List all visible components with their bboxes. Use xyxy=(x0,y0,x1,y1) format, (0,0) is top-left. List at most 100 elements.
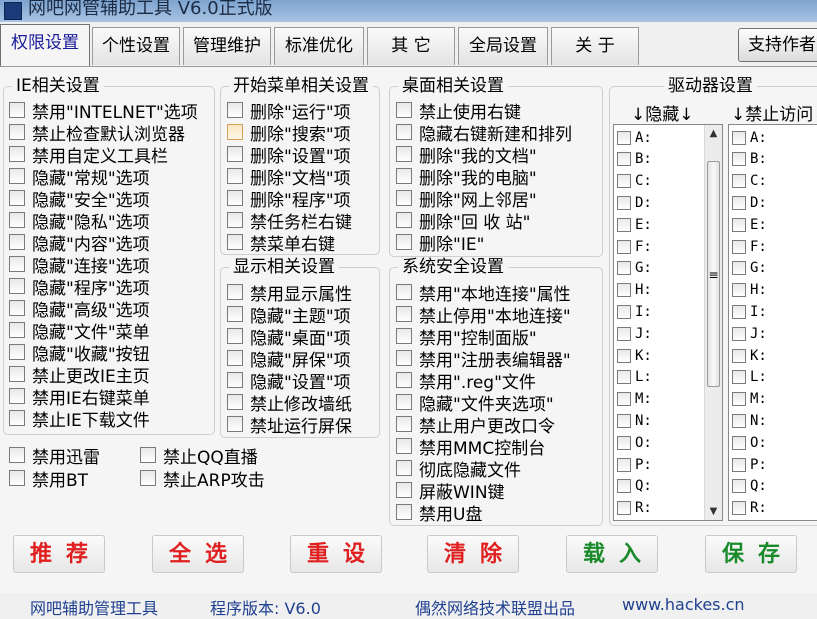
checkbox-item[interactable]: 禁用".reg"文件 xyxy=(396,369,536,393)
deny-drive-item[interactable]: O: xyxy=(732,432,767,453)
checkbox-item[interactable]: 彻底隐藏文件 xyxy=(396,457,521,481)
checkbox-item[interactable]: 屏蔽WIN键 xyxy=(396,479,505,503)
checkbox-item[interactable]: 禁用"注册表编辑器" xyxy=(396,347,571,371)
checkbox[interactable] xyxy=(617,239,631,254)
checkbox-item[interactable]: 禁用IE右键菜单 xyxy=(9,385,150,409)
checkbox[interactable] xyxy=(396,438,412,454)
checkbox[interactable] xyxy=(732,130,746,145)
checkbox[interactable] xyxy=(732,457,746,472)
select-all-button[interactable]: 全选 xyxy=(152,535,244,573)
checkbox[interactable] xyxy=(227,372,243,388)
checkbox[interactable] xyxy=(227,350,243,366)
scroll-down-arrow-icon[interactable]: ▼ xyxy=(705,503,722,520)
checkbox[interactable] xyxy=(9,410,25,426)
checkbox[interactable] xyxy=(732,195,746,210)
checkbox-item[interactable]: 隐藏"程序"选项 xyxy=(9,275,150,299)
checkbox[interactable] xyxy=(396,168,412,184)
checkbox-item[interactable]: 禁止修改墙纸 xyxy=(227,391,352,415)
tab-maintenance[interactable]: 管理维护 xyxy=(183,27,271,65)
checkbox[interactable] xyxy=(9,322,25,338)
checkbox[interactable] xyxy=(617,479,631,494)
checkbox[interactable] xyxy=(732,174,746,189)
checkbox[interactable] xyxy=(9,344,25,360)
checkbox-item[interactable]: 删除"回 收 站" xyxy=(396,209,530,233)
deny-drive-item[interactable]: D: xyxy=(732,192,767,213)
hide-drive-item[interactable]: H: xyxy=(617,280,652,301)
checkbox[interactable] xyxy=(9,212,25,228)
checkbox-item[interactable]: 隐藏"隐私"选项 xyxy=(9,209,150,233)
tab-permissions[interactable]: 权限设置 xyxy=(0,24,90,66)
checkbox[interactable] xyxy=(227,394,243,410)
deny-drive-item[interactable]: F: xyxy=(732,236,767,257)
checkbox[interactable] xyxy=(396,416,412,432)
scroll-thumb[interactable]: ≡ xyxy=(707,161,720,387)
hide-drive-item[interactable]: F: xyxy=(617,236,652,257)
checkbox[interactable] xyxy=(617,304,631,319)
support-author-button[interactable]: 支持作者 xyxy=(738,28,817,62)
checkbox[interactable] xyxy=(396,504,412,520)
checkbox[interactable] xyxy=(227,416,243,432)
deny-drive-item[interactable]: H: xyxy=(732,280,767,301)
checkbox[interactable] xyxy=(732,304,746,319)
checkbox[interactable] xyxy=(227,190,243,206)
checkbox-item[interactable]: 禁止ARP攻击 xyxy=(140,467,265,491)
deny-drive-item[interactable]: A: xyxy=(732,127,767,148)
checkbox-item[interactable]: 禁止停用"本地连接" xyxy=(396,303,571,327)
checkbox-item[interactable]: 禁任务栏右键 xyxy=(227,209,352,233)
hide-drive-item[interactable]: I: xyxy=(617,301,652,322)
checkbox-item[interactable]: 隐藏"收藏"按钮 xyxy=(9,341,150,365)
checkbox[interactable] xyxy=(617,283,631,298)
hide-drive-item[interactable]: P: xyxy=(617,454,652,475)
hide-drive-item[interactable]: C: xyxy=(617,171,652,192)
checkbox[interactable] xyxy=(227,124,243,140)
checkbox[interactable] xyxy=(732,239,746,254)
checkbox[interactable] xyxy=(227,168,243,184)
checkbox[interactable] xyxy=(9,234,25,250)
checkbox-item[interactable]: 隐藏"安全"选项 xyxy=(9,187,150,211)
hide-drive-item[interactable]: R: xyxy=(617,498,652,519)
checkbox-item[interactable]: 禁用显示属性 xyxy=(227,281,352,305)
hide-drive-item[interactable]: J: xyxy=(617,323,652,344)
checkbox[interactable] xyxy=(617,326,631,341)
checkbox[interactable] xyxy=(140,470,156,486)
checkbox[interactable] xyxy=(227,146,243,162)
checkbox-item[interactable]: 隐藏"主题"项 xyxy=(227,303,351,327)
checkbox[interactable] xyxy=(9,366,25,382)
checkbox[interactable] xyxy=(617,348,631,363)
checkbox-item[interactable]: 禁用自定义工具栏 xyxy=(9,143,168,167)
tab-global[interactable]: 全局设置 xyxy=(458,27,548,65)
checkbox-item[interactable]: 删除"搜索"项 xyxy=(227,121,351,145)
checkbox[interactable] xyxy=(9,388,25,404)
deny-drive-item[interactable]: J: xyxy=(732,323,767,344)
checkbox[interactable] xyxy=(227,102,243,118)
checkbox[interactable] xyxy=(396,460,412,476)
tab-other[interactable]: 其 它 xyxy=(367,27,455,65)
save-button[interactable]: 保存 xyxy=(705,535,797,573)
checkbox-item[interactable]: 隐藏右键新建和排列 xyxy=(396,121,572,145)
checkbox[interactable] xyxy=(732,283,746,298)
checkbox-item[interactable]: 删除"网上邻居" xyxy=(396,187,537,211)
checkbox[interactable] xyxy=(617,413,631,428)
checkbox[interactable] xyxy=(396,328,412,344)
checkbox[interactable] xyxy=(227,306,243,322)
checkbox[interactable] xyxy=(396,372,412,388)
checkbox[interactable] xyxy=(732,479,746,494)
checkbox[interactable] xyxy=(9,300,25,316)
checkbox[interactable] xyxy=(227,212,243,228)
tab-personalize[interactable]: 个性设置 xyxy=(92,27,180,65)
checkbox-item[interactable]: 禁用"控制面版" xyxy=(396,325,537,349)
checkbox[interactable] xyxy=(396,212,412,228)
deny-drive-item[interactable]: P: xyxy=(732,454,767,475)
checkbox[interactable] xyxy=(732,501,746,516)
checkbox-item[interactable]: 隐藏"文件夹选项" xyxy=(396,391,554,415)
checkbox-item[interactable]: 禁止使用右键 xyxy=(396,99,521,123)
checkbox[interactable] xyxy=(617,457,631,472)
checkbox[interactable] xyxy=(732,261,746,276)
checkbox-item[interactable]: 禁用MMC控制台 xyxy=(396,435,545,459)
checkbox[interactable] xyxy=(140,447,156,463)
checkbox[interactable] xyxy=(9,190,25,206)
checkbox-item[interactable]: 禁用迅雷 xyxy=(9,444,100,468)
checkbox[interactable] xyxy=(617,152,631,167)
deny-drive-item[interactable]: N: xyxy=(732,410,767,431)
checkbox[interactable] xyxy=(732,348,746,363)
